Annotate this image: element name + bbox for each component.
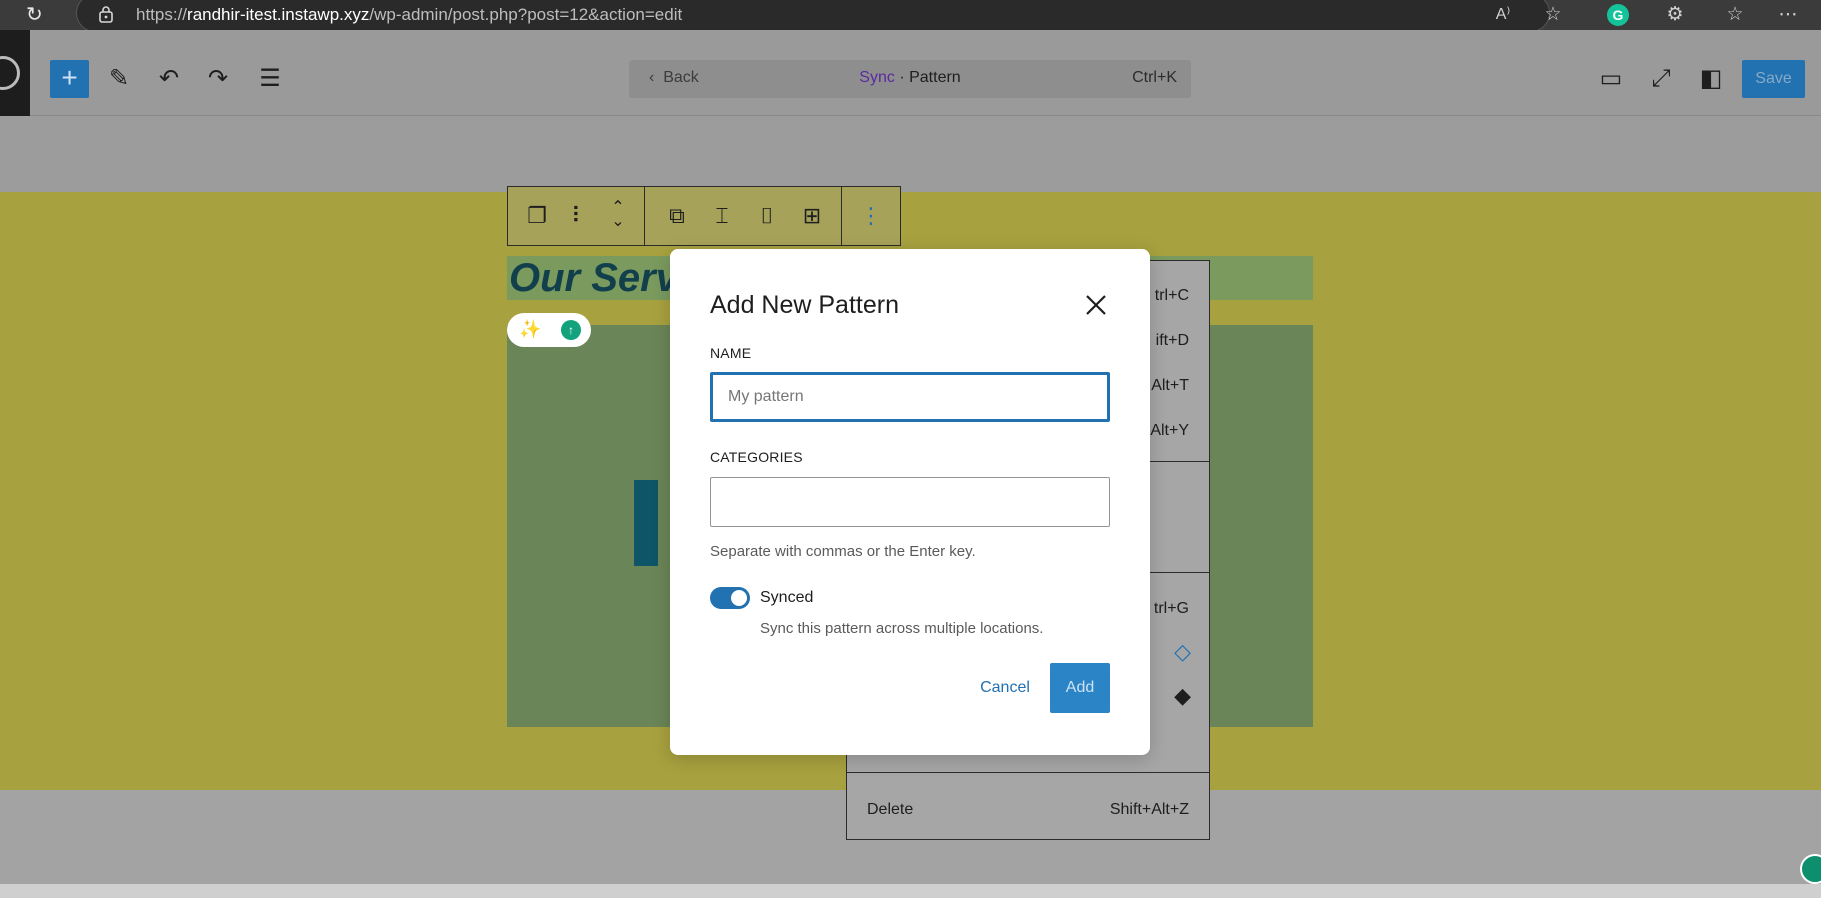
block-type-icon[interactable]: ❐ xyxy=(522,201,552,231)
document-title: Sync · Pattern xyxy=(859,69,961,86)
magic-wand-icon[interactable]: ✨ xyxy=(519,319,541,340)
block-inserter-button[interactable]: + xyxy=(50,60,89,98)
document-overview-icon[interactable]: ☰ xyxy=(253,62,287,96)
canvas-top-area xyxy=(0,116,1821,192)
menu-shortcut: Alt+T xyxy=(1151,377,1189,394)
duplicate-icon[interactable]: ⧉ xyxy=(662,201,692,231)
categories-input[interactable] xyxy=(710,477,1110,527)
add-pattern-modal: Add New Pattern NAME CATEGORIES Separate… xyxy=(670,249,1150,755)
wordpress-logo-icon[interactable] xyxy=(0,30,30,116)
pattern-name-input[interactable] xyxy=(710,372,1110,422)
teal-decoration xyxy=(634,480,658,566)
command-palette[interactable]: ‹ Back Sync · Pattern Ctrl+K xyxy=(629,60,1191,98)
settings-sidebar-icon[interactable]: ◧ xyxy=(1694,62,1728,96)
menu-shortcut: Shift+Alt+Z xyxy=(1109,801,1189,818)
name-label: NAME xyxy=(710,345,752,361)
synced-help: Sync this pattern across multiple locati… xyxy=(760,620,1044,637)
redo-icon[interactable]: ↷ xyxy=(201,62,235,96)
block-toolbar: ❐ ⠇ ⌃ ⌄ ⧉ ⌶ ⌷ ⊞ ⋮ xyxy=(507,186,901,246)
drag-handle-icon[interactable]: ⠇ xyxy=(564,201,594,231)
diamond-filled-icon[interactable]: ◆ xyxy=(1174,683,1191,709)
extensions-icon[interactable]: ⚙ xyxy=(1662,3,1688,27)
ai-assist-pill[interactable]: ✨ ↑ xyxy=(507,313,591,347)
device-preview-icon[interactable]: ▭ xyxy=(1594,62,1628,96)
menu-item-delete[interactable]: Delete xyxy=(867,801,913,819)
lightbulb-icon[interactable]: ↑ xyxy=(561,320,581,340)
close-icon[interactable] xyxy=(1080,289,1112,321)
modal-title: Add New Pattern xyxy=(710,291,899,319)
reload-icon[interactable]: ↻ xyxy=(26,4,48,26)
justify-horizontal-icon[interactable]: ⌶ xyxy=(707,201,737,231)
url-text[interactable]: https://randhir-itest.instawp.xyz/wp-adm… xyxy=(136,5,682,25)
fullscreen-icon[interactable]: ⤢ xyxy=(1644,62,1678,96)
editor-header: + ✎ ↶ ↷ ☰ ‹ Back Sync · Pattern Ctrl+K ▭… xyxy=(0,30,1821,116)
favorites-list-icon[interactable]: ☆ xyxy=(1722,3,1748,27)
undo-icon[interactable]: ↶ xyxy=(152,62,186,96)
save-button[interactable]: Save xyxy=(1742,60,1805,98)
menu-shortcut: Alt+Y xyxy=(1150,422,1189,439)
options-kebab-icon[interactable]: ⋮ xyxy=(856,201,886,231)
lock-icon xyxy=(99,6,113,23)
menu-shortcut: trl+C xyxy=(1154,287,1189,304)
add-button[interactable]: Add xyxy=(1050,663,1110,713)
menu-shortcut: ift+D xyxy=(1155,332,1189,349)
cancel-button[interactable]: Cancel xyxy=(970,663,1040,713)
justify-vertical-icon[interactable]: ⌷ xyxy=(752,201,782,231)
browser-toolbar: ↻ https://randhir-itest.instawp.xyz/wp-a… xyxy=(0,0,1821,32)
grid-icon[interactable]: ⊞ xyxy=(797,201,827,231)
read-aloud-icon[interactable]: A⁾ xyxy=(1490,3,1516,27)
command-shortcut: Ctrl+K xyxy=(1132,69,1177,86)
synced-label: Synced xyxy=(760,589,814,606)
edit-pencil-icon[interactable]: ✎ xyxy=(102,62,136,96)
grammarly-icon[interactable]: G xyxy=(1607,4,1629,26)
more-menu-icon[interactable]: ⋯ xyxy=(1775,3,1801,27)
synced-toggle[interactable] xyxy=(710,587,750,609)
categories-label: CATEGORIES xyxy=(710,449,803,465)
move-up-down-icon[interactable]: ⌃ ⌄ xyxy=(603,200,633,231)
menu-shortcut: trl+G xyxy=(1153,600,1189,617)
favorite-star-icon[interactable]: ☆ xyxy=(1540,3,1566,27)
categories-help: Separate with commas or the Enter key. xyxy=(710,543,976,560)
canvas-footer-strip xyxy=(0,884,1821,898)
services-heading[interactable]: Our Serv xyxy=(509,256,678,300)
diamond-outline-icon[interactable]: ◇ xyxy=(1174,639,1191,665)
